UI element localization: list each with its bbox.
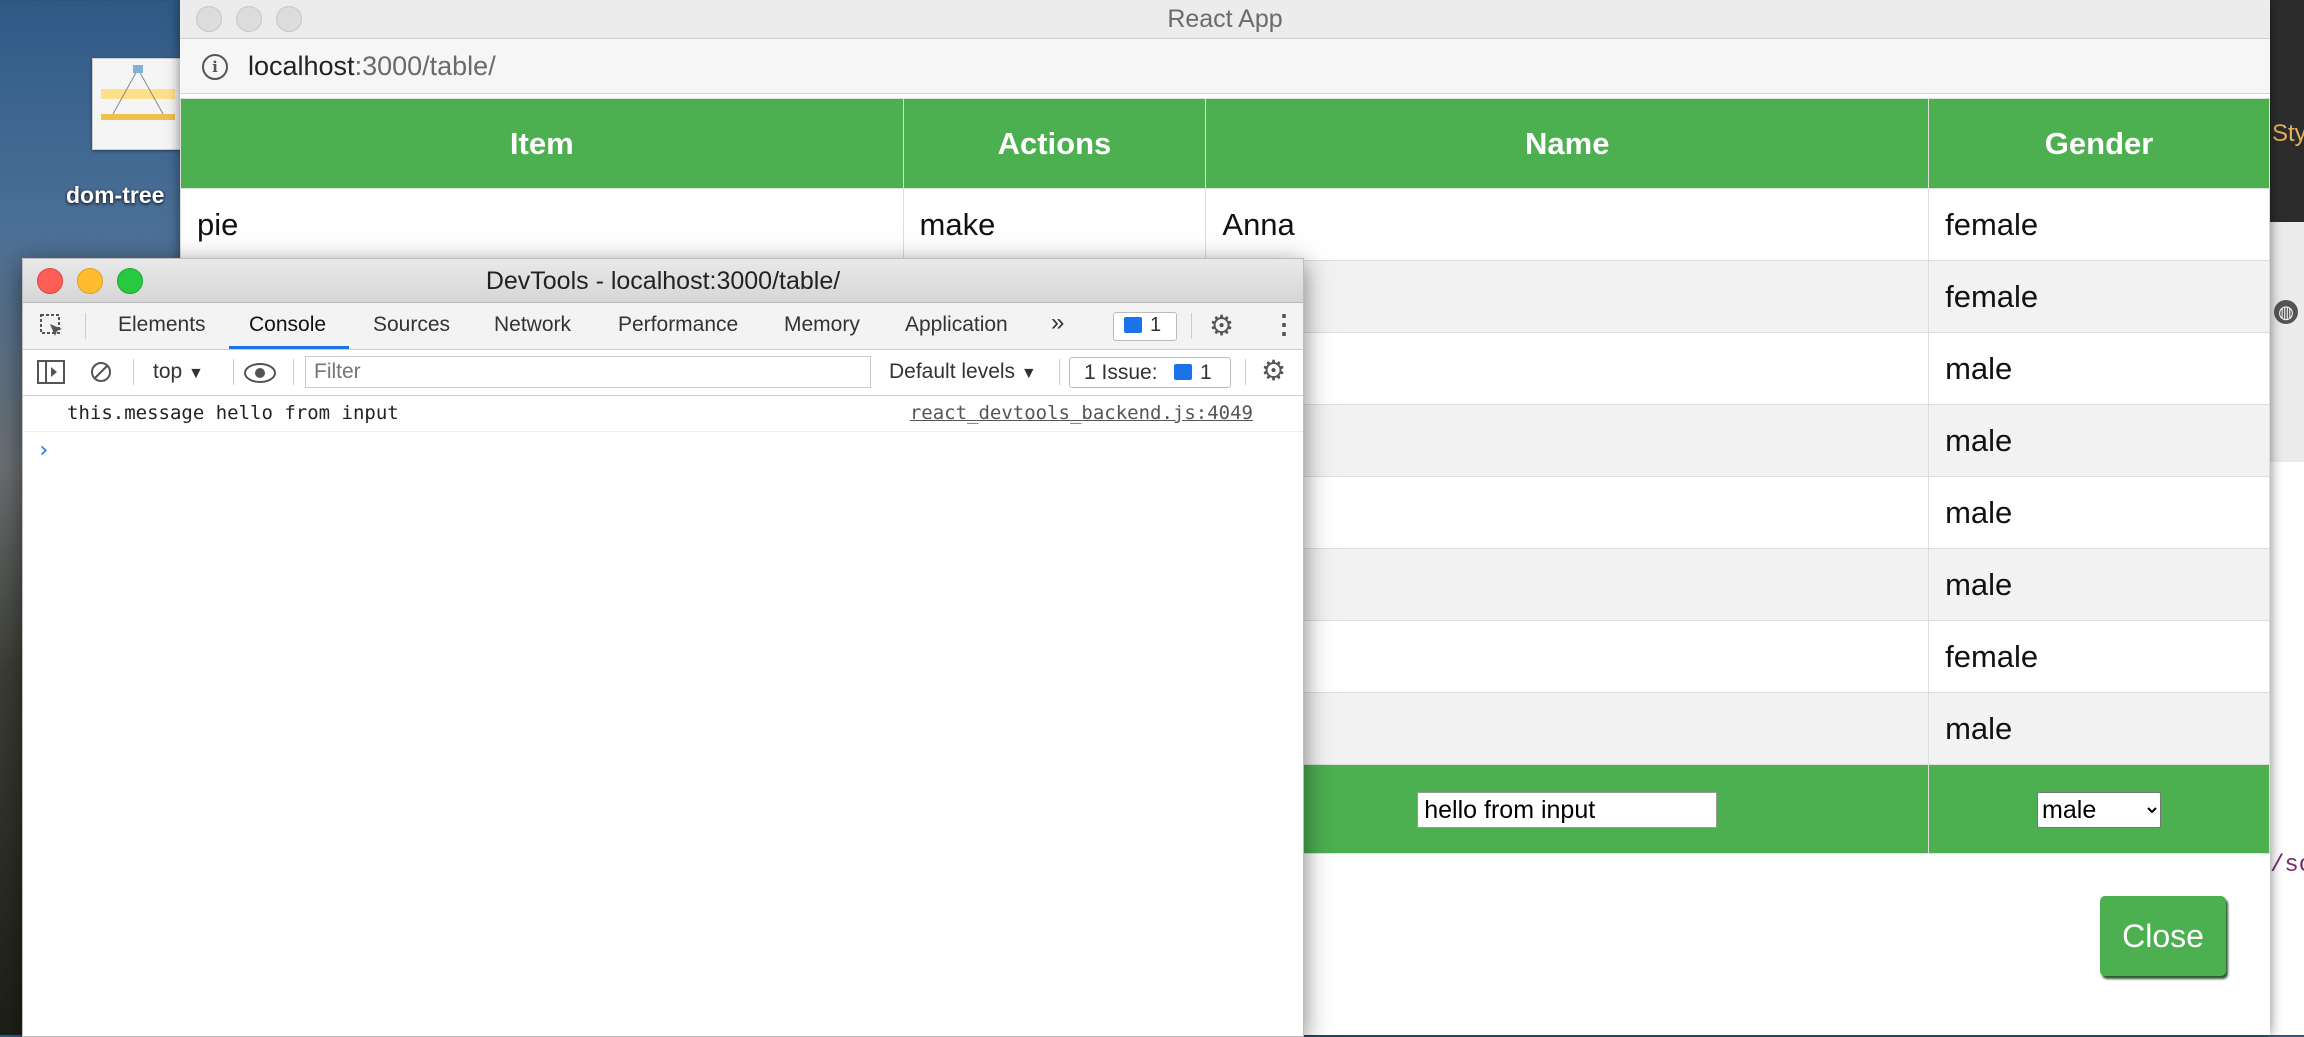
background-code-fragment: /sc <box>2270 852 2304 879</box>
globe-icon: ◍ <box>2274 300 2298 324</box>
desktop-icon-label: dom-tree <box>66 182 165 208</box>
url-path: :3000/table/ <box>354 51 496 81</box>
dropdown-arrow-icon: ▼ <box>188 365 204 382</box>
name-input[interactable] <box>1417 792 1718 829</box>
filter-input[interactable] <box>305 356 871 388</box>
cell-name <box>1205 404 1930 477</box>
more-tabs-icon[interactable]: » <box>1051 309 1064 337</box>
log-levels-label: Default levels <box>889 360 1016 383</box>
issue-icon <box>1174 364 1192 380</box>
cell-name: Anna <box>1205 188 1930 261</box>
tab-sources[interactable]: Sources <box>373 313 450 337</box>
log-source-link[interactable]: react_devtools_backend.js:4049 <box>910 402 1253 424</box>
devtools-titlebar: DevTools - localhost:3000/table/ <box>23 259 1303 303</box>
console-toolbar: top ▼ Default levels ▼ 1 Issue: 1 ⚙ <box>23 350 1303 396</box>
cell-gender: male <box>1928 404 2270 477</box>
cell-name: i <box>1205 476 1930 549</box>
diagram-thumbnail-icon <box>101 65 175 120</box>
browser-titlebar: React App <box>180 0 2270 39</box>
cell-gender: male <box>1928 692 2270 765</box>
console-log-entry: this.message hello from input react_devt… <box>23 396 1303 432</box>
cell-gender: female <box>1928 188 2270 261</box>
desktop-file-icon[interactable] <box>92 58 184 150</box>
column-header-name: Name <box>1205 98 1930 189</box>
tab-memory[interactable]: Memory <box>784 313 860 337</box>
devtools-tabbar: Elements Console Sources Network Perform… <box>23 303 1303 350</box>
address-bar[interactable]: i localhost:3000/table/ <box>180 39 2270 94</box>
settings-gear-icon[interactable]: ⚙ <box>1209 309 1234 342</box>
cell-gender: female <box>1928 260 2270 333</box>
form-cell-gender: male <box>1928 764 2270 854</box>
issues-label: 1 Issue: <box>1084 361 1158 384</box>
tab-application[interactable]: Application <box>905 313 1008 337</box>
messages-count: 1 <box>1150 314 1162 336</box>
cell-gender: male <box>1928 332 2270 405</box>
close-button[interactable]: Close <box>2100 896 2226 976</box>
eye-icon[interactable] <box>243 362 277 384</box>
window-title: React App <box>1167 5 1283 33</box>
tab-console[interactable]: Console <box>249 313 326 337</box>
cell-gender: male <box>1928 548 2270 621</box>
cell-item: pie <box>180 188 904 261</box>
active-tab-indicator <box>229 346 349 349</box>
cell-name: na <box>1205 620 1930 693</box>
url-host: localhost <box>248 51 355 81</box>
console-prompt-icon[interactable]: › <box>37 438 50 463</box>
issues-count: 1 <box>1200 361 1212 384</box>
column-header-item: Item <box>180 98 904 189</box>
tab-performance[interactable]: Performance <box>618 313 738 337</box>
context-label: top <box>153 360 183 383</box>
cell-name: a <box>1205 260 1930 333</box>
column-header-actions: Actions <box>902 98 1207 189</box>
more-options-icon[interactable]: ⋮ <box>1271 309 1297 340</box>
cell-gender: male <box>1928 476 2270 549</box>
cell-name <box>1205 332 1930 405</box>
log-levels-dropdown[interactable]: Default levels ▼ <box>889 360 1037 384</box>
tab-network[interactable]: Network <box>494 313 571 337</box>
tab-elements[interactable]: Elements <box>118 313 206 337</box>
cell-name <box>1205 692 1930 765</box>
column-header-gender: Gender <box>1928 98 2270 189</box>
context-selector[interactable]: top ▼ <box>153 360 204 384</box>
dropdown-arrow-icon: ▼ <box>1020 365 1037 382</box>
log-message: this.message hello from input <box>67 402 399 424</box>
clear-console-icon[interactable] <box>89 360 113 384</box>
inspect-element-icon[interactable] <box>39 313 65 339</box>
background-window-strip: Sty ◍ /sc <box>2270 0 2304 1035</box>
background-text-fragment: Sty <box>2272 120 2304 147</box>
cell-name <box>1205 548 1930 621</box>
cell-gender: female <box>1928 620 2270 693</box>
table-header-row: Item Actions Name Gender <box>180 98 2270 189</box>
devtools-window: DevTools - localhost:3000/table/ Element… <box>22 258 1304 1037</box>
form-cell-name <box>1205 764 1930 854</box>
info-icon[interactable]: i <box>202 54 228 80</box>
console-output[interactable]: this.message hello from input react_devt… <box>23 396 1303 463</box>
message-icon <box>1124 317 1142 333</box>
console-settings-gear-icon[interactable]: ⚙ <box>1261 354 1286 387</box>
devtools-title: DevTools - localhost:3000/table/ <box>485 267 841 295</box>
gender-select[interactable]: male <box>2037 792 2162 828</box>
cell-action: make <box>902 188 1207 261</box>
url-text[interactable]: localhost:3000/table/ <box>248 51 496 82</box>
issues-button[interactable]: 1 Issue: 1 <box>1069 357 1231 388</box>
messages-badge[interactable]: 1 <box>1113 312 1177 341</box>
table-row: pie make Anna female <box>180 188 2270 261</box>
sidebar-toggle-icon[interactable] <box>37 360 65 384</box>
